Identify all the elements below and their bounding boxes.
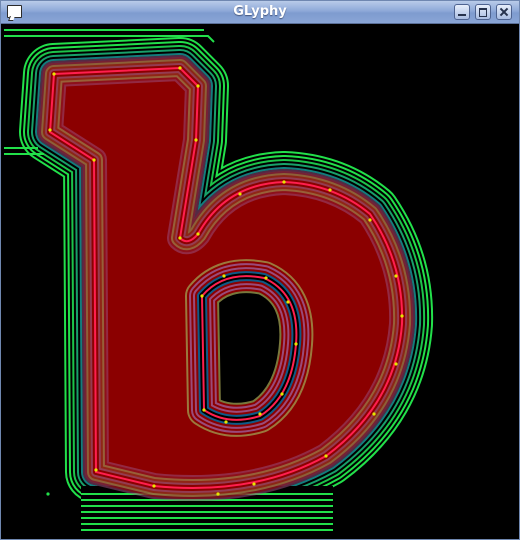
title-bar[interactable]: GLyphy [1,1,519,24]
close-button[interactable] [496,4,512,20]
glyph-canvas[interactable] [4,24,516,536]
maximize-button[interactable] [475,4,491,20]
minimize-button[interactable] [454,4,470,20]
glyph-render [4,24,516,536]
app-window: GLyphy [0,0,520,540]
glyph-counter [185,259,314,437]
window-title: GLyphy [233,4,287,19]
